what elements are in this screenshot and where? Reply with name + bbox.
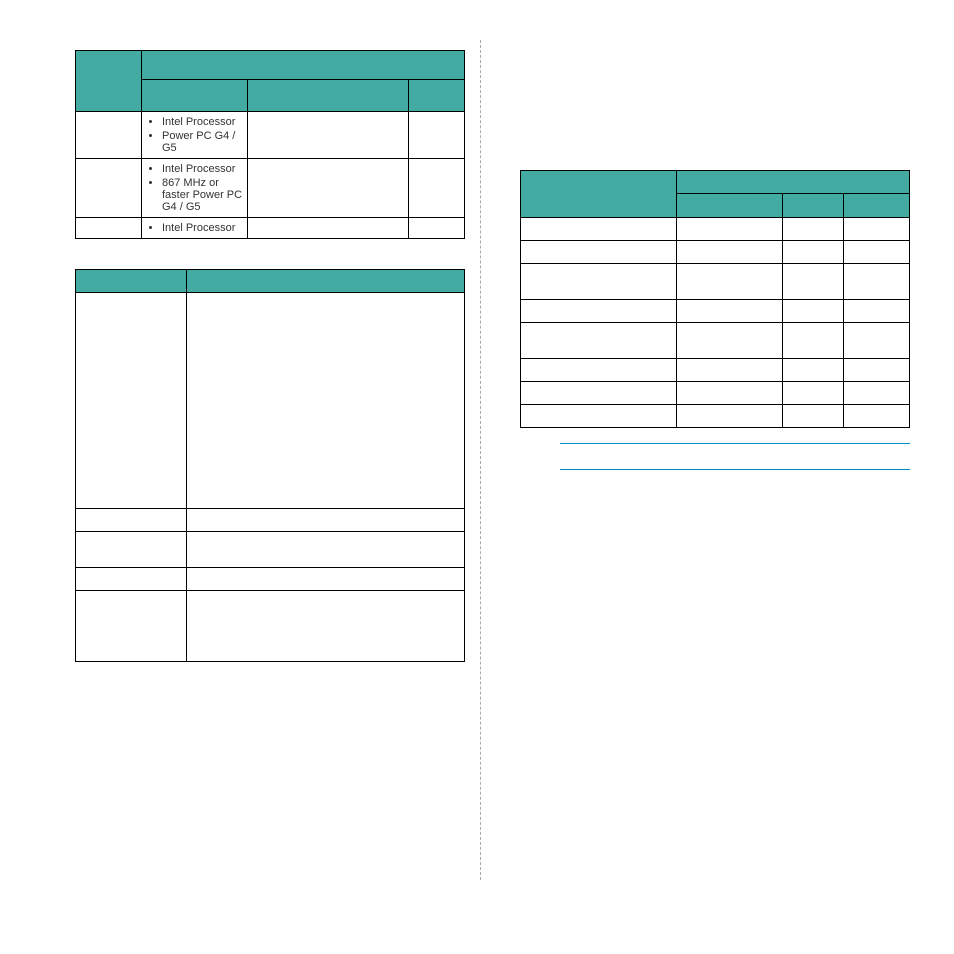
table-row bbox=[521, 323, 910, 359]
table-row bbox=[76, 591, 465, 662]
list-item: 867 MHz or faster Power PC G4 / G5 bbox=[162, 177, 247, 213]
table-row bbox=[76, 568, 465, 591]
right-column bbox=[520, 50, 910, 470]
left-column: Intel Processor Power PC G4 / G5 Intel Pr… bbox=[75, 50, 465, 662]
table-row: Intel Processor 867 MHz or faster Power P… bbox=[76, 159, 465, 218]
list-item: Intel Processor bbox=[162, 116, 247, 128]
table-row bbox=[76, 509, 465, 532]
details-table bbox=[75, 269, 465, 662]
features-table bbox=[520, 170, 910, 428]
list-item: Power PC G4 / G5 bbox=[162, 130, 247, 154]
table-row bbox=[521, 218, 910, 241]
list-item: Intel Processor bbox=[162, 163, 247, 175]
list-item: Intel Processor bbox=[162, 222, 247, 234]
hardware-table: Intel Processor Power PC G4 / G5 Intel Pr… bbox=[75, 50, 465, 239]
table-row bbox=[521, 382, 910, 405]
table-row bbox=[521, 241, 910, 264]
column-divider bbox=[480, 40, 481, 880]
table-row bbox=[521, 405, 910, 428]
link[interactable] bbox=[560, 468, 910, 470]
table-row: Intel Processor Power PC G4 / G5 bbox=[76, 112, 465, 159]
table-row bbox=[76, 532, 465, 568]
table-row bbox=[521, 264, 910, 300]
table-row bbox=[76, 293, 465, 509]
table-row bbox=[521, 359, 910, 382]
table-row bbox=[521, 300, 910, 323]
table-row: Intel Processor bbox=[76, 218, 465, 239]
link[interactable] bbox=[560, 442, 910, 444]
